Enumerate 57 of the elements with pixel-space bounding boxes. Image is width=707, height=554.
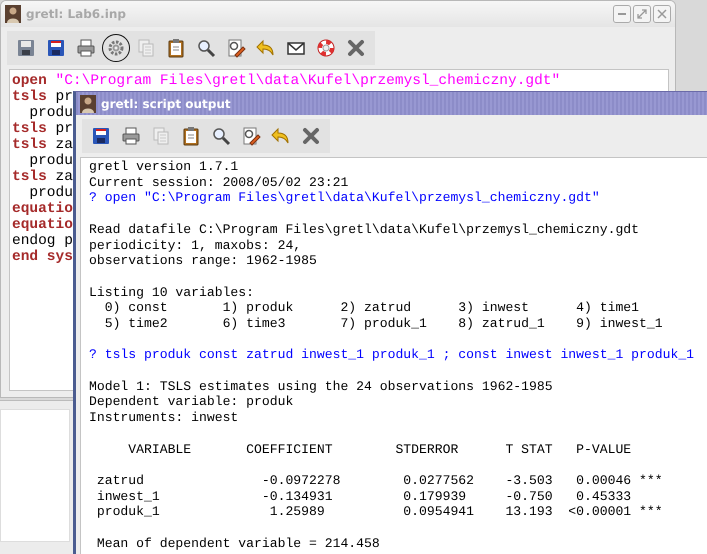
floppy-icon <box>16 38 36 58</box>
clipboard-icon <box>181 126 201 146</box>
command-line: ? tsls produk const zatrud inwest_1 produk_1 ; const inwest inwest_1 produk_1 <box>89 347 694 364</box>
output-line: 0) const 1) produk 2) zatrud 3) inwest 4) time1 <box>104 300 640 316</box>
close-icon <box>657 9 667 19</box>
output-line: VARIABLE COEFFICIENT STDERROR T STAT P-VALUE <box>127 442 632 458</box>
maximize-icon <box>637 9 647 19</box>
code-line: tsls za <box>12 169 73 185</box>
edit-icon <box>226 38 246 58</box>
edit-icon <box>241 126 261 146</box>
window-title: gretl: Lab6.inp <box>26 7 126 21</box>
code-line: end sys <box>12 249 73 265</box>
floppy-icon <box>46 38 66 58</box>
code-line: endog p <box>12 233 73 249</box>
code-line: produ <box>28 185 73 201</box>
output-line: gretl version 1.7.1 <box>89 159 238 175</box>
code-line: tsls pr <box>12 121 73 137</box>
copy-icon <box>136 38 156 58</box>
output-line: observations range: 1962-1985 <box>89 253 317 269</box>
window-title: gretl: script output <box>101 96 231 110</box>
printer-icon <box>121 126 141 146</box>
output-line: produk_1 1.25989 0.0954941 13.193 <0.00001 *** <box>96 504 663 520</box>
output-line: Instruments: inwest <box>89 410 238 426</box>
undo-icon <box>256 38 276 58</box>
toolbar-button[interactable] <box>103 35 129 61</box>
lifebuoy-icon <box>316 38 336 58</box>
output-line: 5) time2 6) time3 7) produk_1 8) zatrud_1 9) inwest_1 <box>104 316 663 332</box>
code-line: open "C:\Program Files\gretl\data\Kufel\przemysl_chemiczny.gdt" <box>12 73 560 89</box>
floppy-icon <box>91 126 111 146</box>
output-line: Read datafile C:\Program Files\gretl\data\Kufel\przemysl_chemiczny.gdt <box>89 222 640 238</box>
output-line: Dependent variable: produk <box>89 394 294 410</box>
code-line: tsls pr <box>12 89 73 105</box>
code-line: produ <box>28 105 73 121</box>
close-icon <box>346 38 366 58</box>
search-icon <box>196 38 216 58</box>
output-line: zatrud -0.0972278 0.0277562 -3.503 0.00046 *** <box>96 472 663 489</box>
printer-icon <box>76 38 96 58</box>
code-line: equatio <box>12 201 73 217</box>
minimize-icon <box>618 13 626 15</box>
code-line: produ <box>28 153 73 169</box>
search-icon <box>211 126 231 146</box>
output-line: Mean of dependent variable = 214.458 <box>96 536 380 552</box>
output-line: Model 1: TSLS estimates using the 24 observations 1962-1985 <box>89 378 553 394</box>
output-line: Listing 10 variables: <box>89 284 254 300</box>
close-icon <box>301 126 321 146</box>
code-line: equatio <box>12 217 73 233</box>
app-icon <box>5 5 21 23</box>
code-line: tsls za <box>12 137 73 153</box>
output-line: periodicity: 1, maxobs: 24, <box>89 238 302 254</box>
output-line: Current session: 2008/05/02 23:21 <box>89 174 348 190</box>
gear-icon <box>106 38 126 58</box>
output-line: inwest_1 -0.134931 0.179939 -0.750 0.45333 <box>96 488 632 504</box>
command-line: ? open "C:\Program Files\gretl\data\Kufel\przemysl_chemiczny.gdt" <box>89 190 600 206</box>
clipboard-icon <box>166 38 186 58</box>
copy-icon <box>151 126 171 146</box>
app-icon <box>80 94 96 112</box>
undo-icon <box>271 126 291 146</box>
